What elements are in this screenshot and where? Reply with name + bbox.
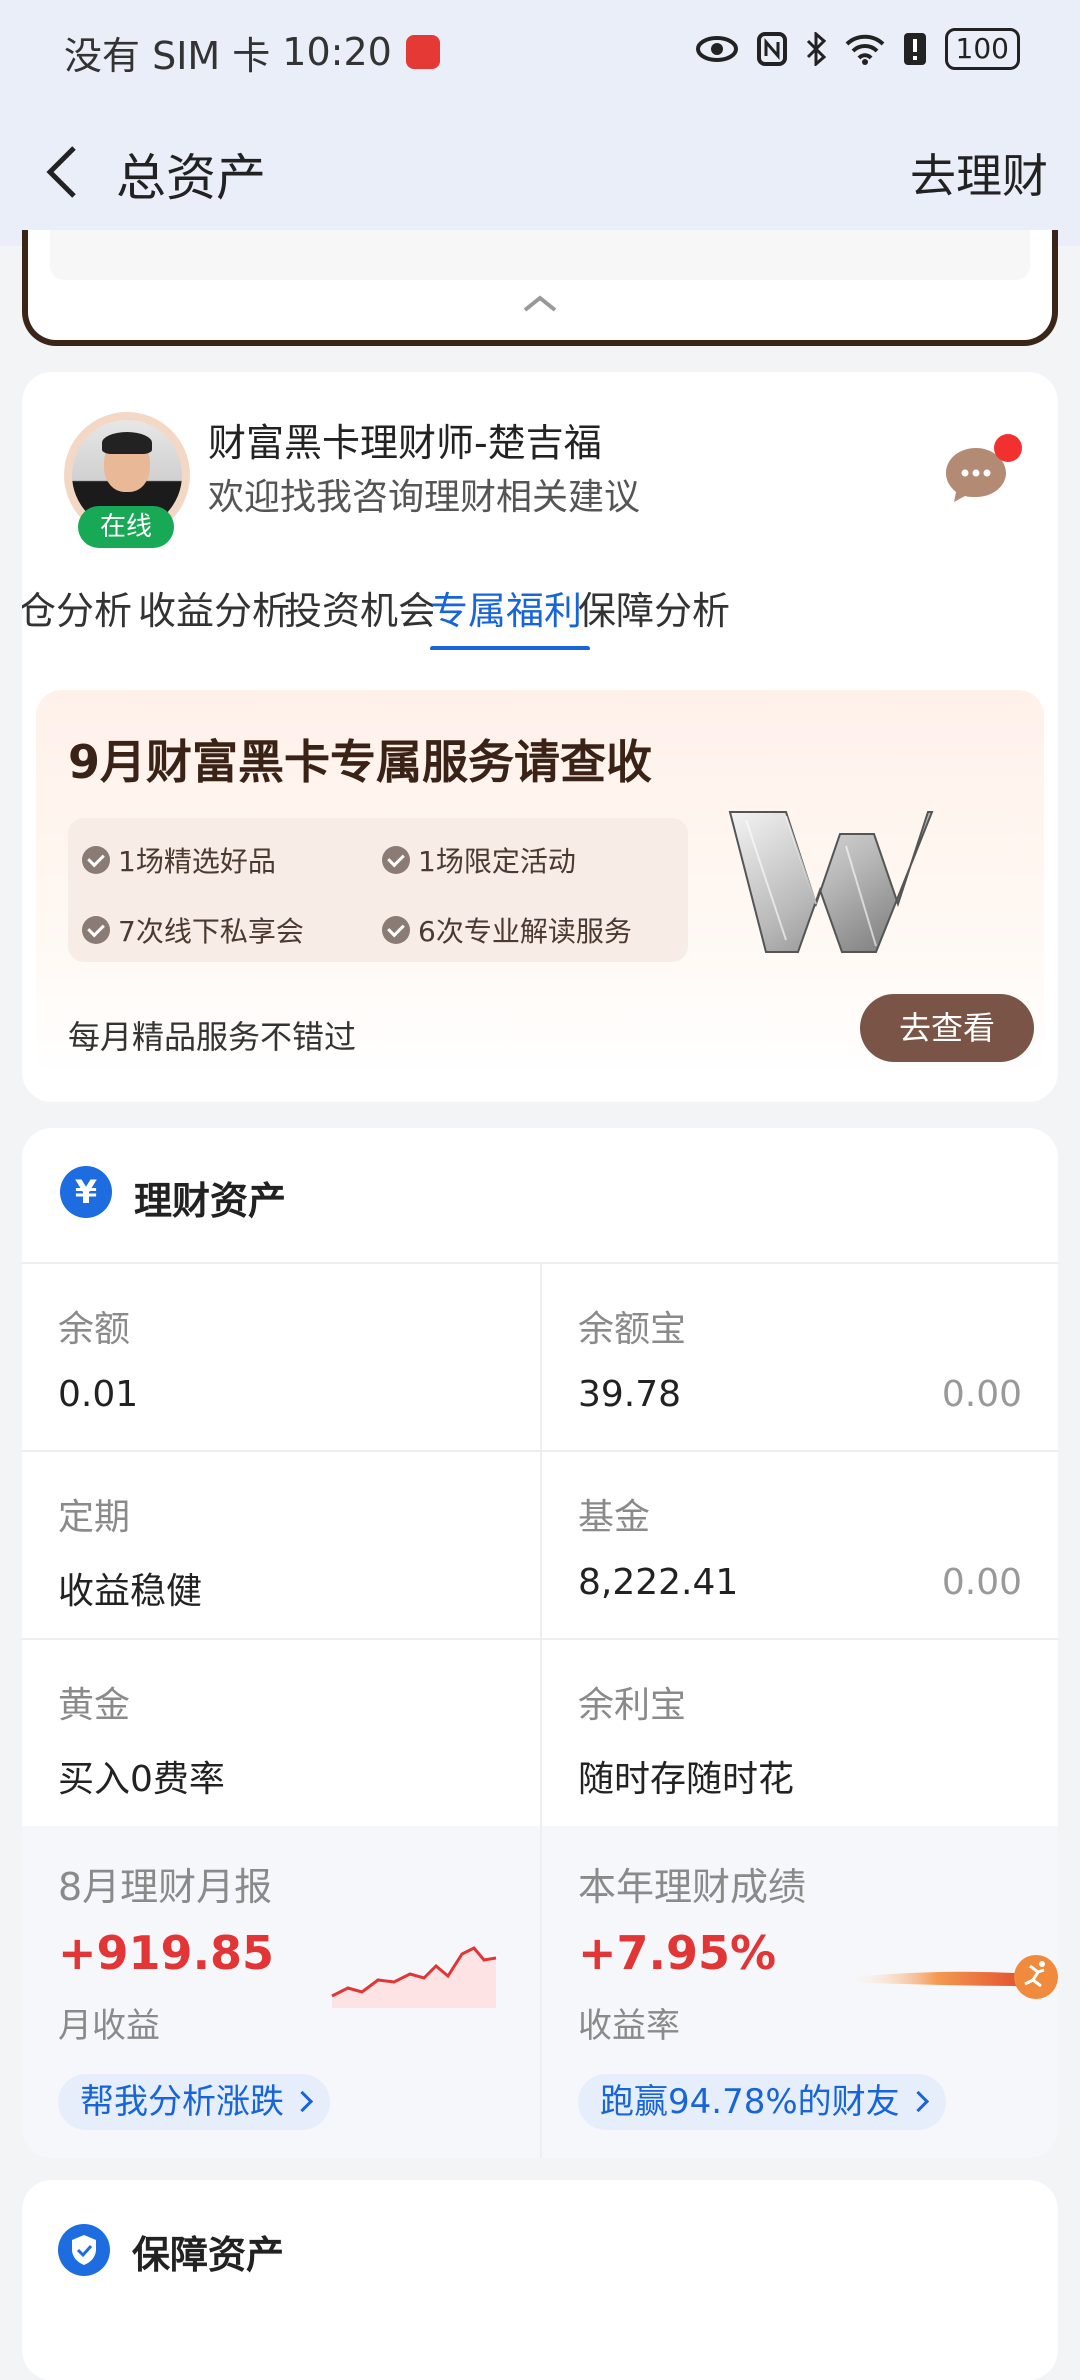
tab-active-indicator [430,646,590,650]
carrier-text: 没有 SIM 卡 [64,33,271,78]
tab-income-analysis[interactable]: 收益分析 [138,580,290,635]
advisor-card: 在线 财富黑卡理财师-楚吉福 欢迎找我咨询理财相关建议 仓分析 收益分析 投资机… [22,372,1058,1102]
battery-indicator: 100 [944,28,1020,70]
status-icons: 100 [695,28,1020,70]
annual-performance[interactable]: 本年理财成绩 +7.95% 收益率 跑赢94.78%的财友 [540,1826,1058,2158]
eye-icon [695,36,738,62]
promo-title: 9月财富黑卡专属服务请查收 [68,735,653,789]
check-icon [82,916,110,944]
tab-investment-opportunity[interactable]: 投资机会 [284,580,436,635]
chevron-up-icon[interactable] [523,294,557,312]
asset-value: 买入0费率 [58,1759,225,1800]
benefit-text: 1场限定活动 [418,845,576,878]
benefit-text: 6次专业解读服务 [418,915,632,948]
wealth-assets-card: ¥ 理财资产 余额 0.01 余额宝 39.78 0.00 定期 收益稳健 基金… [22,1128,1058,2158]
report-label: 本年理财成绩 [578,1865,807,1909]
benefit-list: 1场精选好品 1场限定活动 7次线下私享会 6次专业解读服务 [68,818,688,962]
clock: 10:20 [282,30,392,74]
chat-button[interactable] [944,434,1022,504]
yuan-icon: ¥ [60,1166,112,1218]
asset-daily-income: 0.00 [941,1374,1022,1415]
nav-bar: 总资产 去理财 [0,130,1080,220]
report-label: 8月理财月报 [58,1865,273,1909]
asset-fixed-term[interactable]: 定期 收益稳健 [22,1450,540,1638]
benefit-item: 6次专业解读服务 [382,910,632,950]
asset-gold[interactable]: 黄金 买入0费率 [22,1638,540,1826]
collapsed-card [22,230,1058,346]
monthly-income-value: +919.85 [58,1926,275,1980]
section-title: 保障资产 [132,2233,285,2277]
annual-return-value: +7.95% [578,1926,777,1980]
benefit-item: 1场限定活动 [382,840,576,880]
asset-balance[interactable]: 余额 0.01 [22,1262,540,1450]
asset-label: 黄金 [58,1685,131,1726]
tab-protection-analysis[interactable]: 保障分析 [578,580,730,635]
monthly-report[interactable]: 8月理财月报 +919.85 月收益 帮我分析涨跌 [22,1826,540,2158]
income-sparkline [331,1946,497,2008]
section-title: 理财资产 [134,1179,287,1223]
view-button[interactable]: 去查看 [860,994,1034,1062]
benefit-item: 7次线下私享会 [82,910,304,950]
crystal-w-logo [728,811,934,953]
benefit-text: 1场精选好品 [118,845,276,878]
asset-value: 39.78 [578,1374,682,1415]
page-title: 总资产 [116,149,266,207]
asset-label: 定期 [58,1497,131,1538]
back-arrow-icon[interactable] [40,142,84,202]
asset-label: 余利宝 [578,1685,687,1726]
asset-value: 8,222.41 [578,1562,739,1603]
go-invest-link[interactable]: 去理财 [910,140,1048,206]
nfc-icon [756,32,787,66]
check-icon [82,846,110,874]
asset-value: 随时存随时花 [578,1759,795,1800]
insurance-assets-card: 保障资产 [22,2180,1058,2380]
check-icon [382,916,410,944]
asset-yulibao[interactable]: 余利宝 随时存随时花 [540,1638,1058,1826]
promo-banner[interactable]: 9月财富黑卡专属服务请查收 1场精选好品 1场限定活动 7次线下私享会 6次专业… [36,690,1044,1078]
online-badge: 在线 [78,506,174,548]
alert-icon [903,33,926,65]
asset-label: 基金 [578,1497,651,1538]
beat-friends-link[interactable]: 跑赢94.78%的财友 [578,2074,946,2130]
benefit-text: 7次线下私享会 [118,915,304,948]
asset-value: 0.01 [58,1374,139,1415]
advisor-name: 财富黑卡理财师-楚吉福 [208,421,602,465]
notification-app-icon [405,35,440,69]
advisor-subtitle: 欢迎找我咨询理财相关建议 [208,477,641,518]
collapsed-card-body [50,230,1030,280]
runner-streak-icon [842,1955,1058,1999]
asset-yuebao[interactable]: 余额宝 39.78 0.00 [540,1262,1058,1450]
monthly-income-caption: 月收益 [58,2006,160,2046]
wifi-icon [845,34,884,65]
unread-dot [994,434,1022,462]
annual-return-caption: 收益率 [578,2006,680,2046]
asset-label: 余额 [58,1309,131,1350]
top-header: 没有 SIM 卡 10:20 100 总资产 去理财 [0,0,1080,246]
status-bar: 没有 SIM 卡 10:20 [64,24,440,80]
asset-value: 收益稳健 [58,1571,203,1612]
tab-exclusive-benefits[interactable]: 专属福利 [430,580,582,635]
asset-fund[interactable]: 基金 8,222.41 0.00 [540,1450,1058,1638]
promo-footer-text: 每月精品服务不错过 [68,1018,357,1056]
shield-check-icon [58,2224,110,2276]
bluetooth-icon [806,32,826,66]
analysis-tabs: 仓分析 收益分析 投资机会 专属福利 保障分析 [22,580,1058,650]
analyze-link[interactable]: 帮我分析涨跌 [58,2074,330,2130]
asset-label: 余额宝 [578,1309,687,1350]
check-icon [382,846,410,874]
asset-daily-income: 0.00 [941,1562,1022,1603]
tab-position-analysis[interactable]: 仓分析 [22,580,132,635]
benefit-item: 1场精选好品 [82,840,276,880]
